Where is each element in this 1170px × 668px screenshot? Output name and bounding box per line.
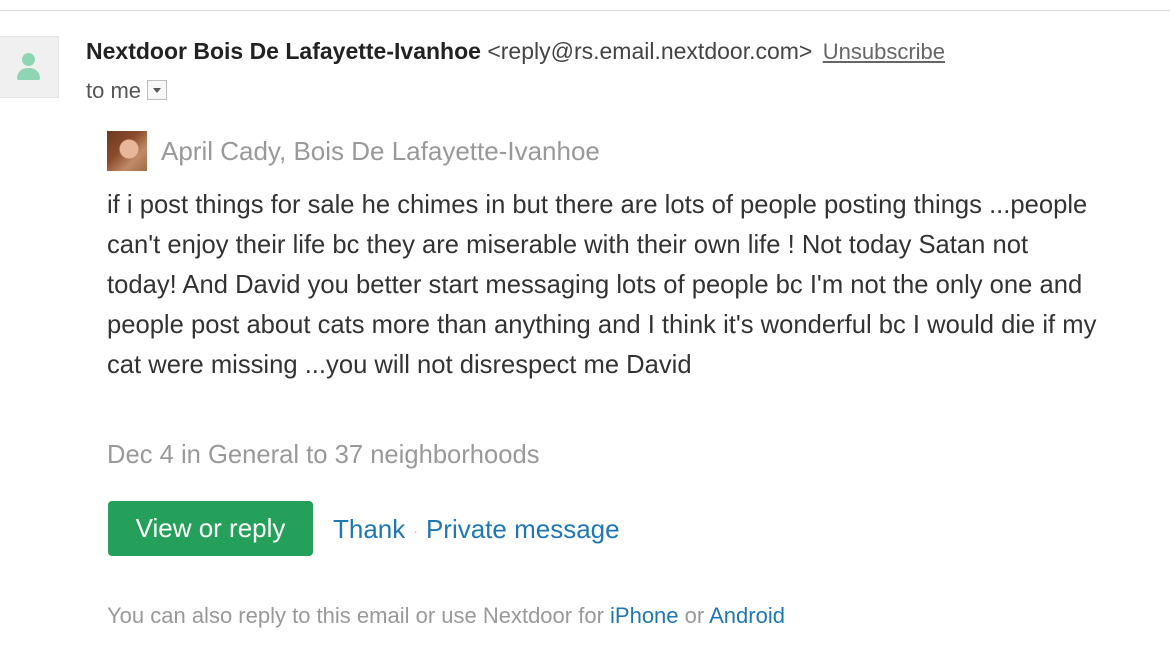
chevron-down-icon[interactable] — [147, 80, 168, 101]
sender-avatar — [0, 36, 59, 98]
author-photo-image — [107, 131, 147, 171]
person-icon-body — [17, 68, 40, 80]
action-separator: · — [413, 523, 418, 540]
sender-email: <reply@rs.email.nextdoor.com> — [487, 38, 813, 64]
view-or-reply-button[interactable]: View or reply — [108, 501, 313, 556]
top-divider — [0, 10, 1170, 11]
recipient-label: to me — [86, 78, 142, 103]
android-link[interactable]: Android — [709, 603, 785, 628]
person-icon-head — [22, 53, 35, 66]
post-body: if i post things for sale he chimes in b… — [107, 191, 1097, 379]
post-meta: Dec 4 in General to 37 neighborhoods — [107, 441, 540, 469]
recipient-line: to me — [86, 76, 168, 106]
footer-text: You can also reply to this email or use … — [107, 603, 604, 628]
post-actions: Thank · Private message — [333, 512, 620, 548]
post-author: April Cady, Bois De Lafayette-Ivanhoe — [161, 136, 600, 166]
author-avatar — [107, 131, 147, 171]
email-header: Nextdoor Bois De Lafayette-Ivanhoe <repl… — [86, 36, 945, 67]
footer-note: You can also reply to this email or use … — [107, 601, 785, 631]
sender-name: Nextdoor Bois De Lafayette-Ivanhoe — [86, 38, 481, 64]
unsubscribe-link[interactable]: Unsubscribe — [823, 39, 945, 64]
private-message-link[interactable]: Private message — [426, 514, 620, 544]
thank-link[interactable]: Thank — [333, 514, 405, 544]
footer-or: or — [684, 603, 705, 628]
iphone-link[interactable]: iPhone — [610, 603, 679, 628]
